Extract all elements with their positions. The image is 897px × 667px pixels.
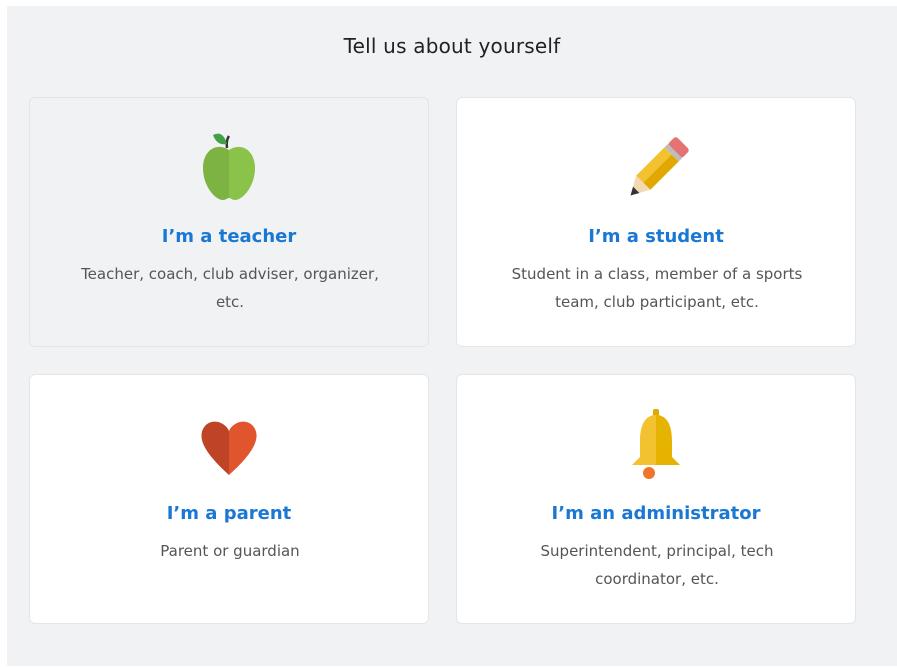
bell-icon [616,407,696,487]
role-title-administrator: I’m an administrator [551,503,761,524]
role-title-teacher: I’m a teacher [161,226,297,247]
role-description-student: Student in a class, member of a sports t… [511,265,803,311]
role-description-teacher: Teacher, coach, club adviser, organizer,… [81,265,379,311]
page-heading: Tell us about yourself [343,34,561,58]
role-card-teacher[interactable]: I’m a teacher Teacher, coach, club advis… [29,97,429,347]
role-description-administrator: Superintendent, principal, tech coordina… [540,542,774,588]
role-card-administrator[interactable]: I’m an administrator Superintendent, pri… [456,374,856,624]
heart-icon [189,407,269,487]
role-card-parent[interactable]: I’m a parent Parent or guardian [29,374,429,624]
role-description-parent: Parent or guardian [160,542,300,560]
apple-icon [189,130,269,210]
role-selection-panel: Tell us about yourself I’m a teacher Tea… [7,6,897,666]
role-card-student[interactable]: I’m a student Student in a class, member… [456,97,856,347]
role-title-parent: I’m a parent [166,503,292,524]
pencil-icon [616,130,696,210]
role-title-student: I’m a student [588,226,724,247]
